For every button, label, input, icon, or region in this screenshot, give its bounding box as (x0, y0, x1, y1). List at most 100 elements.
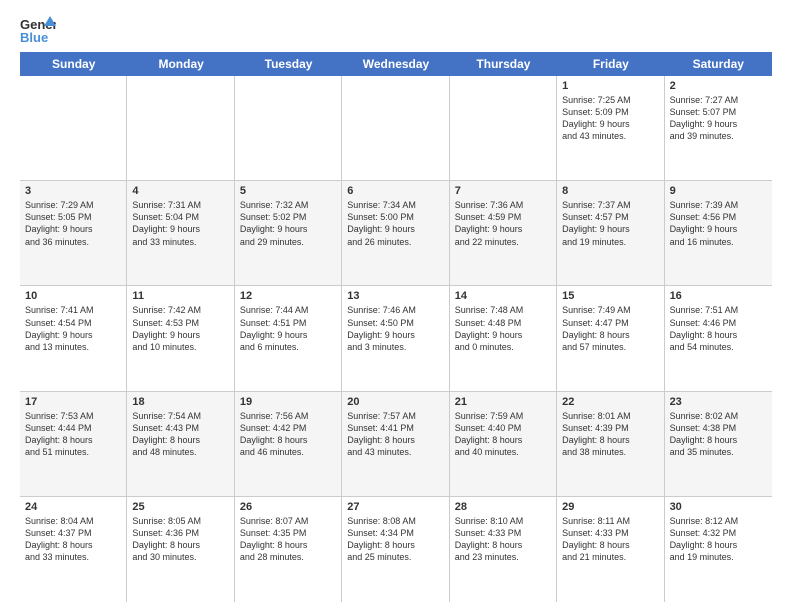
calendar-day: 10 Sunrise: 7:41 AM Sunset: 4:54 PM Dayli… (20, 286, 127, 390)
day-info: Sunrise: 7:41 AM Sunset: 4:54 PM Dayligh… (25, 304, 121, 353)
day-info: Sunrise: 7:56 AM Sunset: 4:42 PM Dayligh… (240, 410, 336, 459)
calendar-empty (235, 76, 342, 180)
weekday-header: Sunday (20, 52, 127, 76)
day-info: Sunrise: 7:27 AM Sunset: 5:07 PM Dayligh… (670, 94, 767, 143)
weekday-header: Friday (557, 52, 664, 76)
calendar-day: 16 Sunrise: 7:51 AM Sunset: 4:46 PM Dayli… (665, 286, 772, 390)
calendar-day: 28 Sunrise: 8:10 AM Sunset: 4:33 PM Dayli… (450, 497, 557, 602)
calendar-day: 22 Sunrise: 8:01 AM Sunset: 4:39 PM Dayli… (557, 392, 664, 496)
day-info: Sunrise: 8:01 AM Sunset: 4:39 PM Dayligh… (562, 410, 658, 459)
page: General Blue SundayMondayTuesdayWednesda… (0, 0, 792, 612)
day-number: 1 (562, 80, 658, 92)
day-number: 16 (670, 290, 767, 302)
weekday-header: Wednesday (342, 52, 449, 76)
day-info: Sunrise: 7:37 AM Sunset: 4:57 PM Dayligh… (562, 199, 658, 248)
day-info: Sunrise: 7:42 AM Sunset: 4:53 PM Dayligh… (132, 304, 228, 353)
day-number: 27 (347, 501, 443, 513)
calendar-day: 26 Sunrise: 8:07 AM Sunset: 4:35 PM Dayli… (235, 497, 342, 602)
calendar-week: 3 Sunrise: 7:29 AM Sunset: 5:05 PM Daylig… (20, 181, 772, 286)
calendar-day: 15 Sunrise: 7:49 AM Sunset: 4:47 PM Dayli… (557, 286, 664, 390)
calendar-day: 17Sunrise: 7:53 AM Sunset: 4:44 PM Dayli… (20, 392, 127, 496)
day-info: Sunrise: 7:25 AM Sunset: 5:09 PM Dayligh… (562, 94, 658, 143)
calendar-day: 14Sunrise: 7:48 AM Sunset: 4:48 PM Dayli… (450, 286, 557, 390)
day-info: Sunrise: 8:08 AM Sunset: 4:34 PM Dayligh… (347, 515, 443, 564)
day-number: 12 (240, 290, 336, 302)
calendar-day: 6Sunrise: 7:34 AM Sunset: 5:00 PM Daylig… (342, 181, 449, 285)
day-number: 29 (562, 501, 658, 513)
calendar-empty (127, 76, 234, 180)
day-info: Sunrise: 8:02 AM Sunset: 4:38 PM Dayligh… (670, 410, 767, 459)
calendar-day: 8Sunrise: 7:37 AM Sunset: 4:57 PM Daylig… (557, 181, 664, 285)
day-info: Sunrise: 8:10 AM Sunset: 4:33 PM Dayligh… (455, 515, 551, 564)
weekday-header: Tuesday (235, 52, 342, 76)
day-info: Sunrise: 7:29 AM Sunset: 5:05 PM Dayligh… (25, 199, 121, 248)
day-number: 2 (670, 80, 767, 92)
calendar-empty (20, 76, 127, 180)
calendar-day: 25Sunrise: 8:05 AM Sunset: 4:36 PM Dayli… (127, 497, 234, 602)
day-info: Sunrise: 7:44 AM Sunset: 4:51 PM Dayligh… (240, 304, 336, 353)
day-number: 11 (132, 290, 228, 302)
day-number: 17 (25, 396, 121, 408)
calendar-day: 21Sunrise: 7:59 AM Sunset: 4:40 PM Dayli… (450, 392, 557, 496)
weekday-header: Thursday (450, 52, 557, 76)
day-info: Sunrise: 8:07 AM Sunset: 4:35 PM Dayligh… (240, 515, 336, 564)
day-number: 18 (132, 396, 228, 408)
day-number: 20 (347, 396, 443, 408)
calendar-day: 3 Sunrise: 7:29 AM Sunset: 5:05 PM Daylig… (20, 181, 127, 285)
logo-svg: General Blue (20, 16, 56, 44)
header: General Blue (20, 16, 772, 44)
calendar-day: 13 Sunrise: 7:46 AM Sunset: 4:50 PM Dayli… (342, 286, 449, 390)
day-number: 15 (562, 290, 658, 302)
day-info: Sunrise: 7:57 AM Sunset: 4:41 PM Dayligh… (347, 410, 443, 459)
day-info: Sunrise: 7:36 AM Sunset: 4:59 PM Dayligh… (455, 199, 551, 248)
calendar-day: 2 Sunrise: 7:27 AM Sunset: 5:07 PM Daylig… (665, 76, 772, 180)
calendar-week: 10 Sunrise: 7:41 AM Sunset: 4:54 PM Dayli… (20, 286, 772, 391)
day-number: 13 (347, 290, 443, 302)
day-number: 3 (25, 185, 121, 197)
day-number: 6 (347, 185, 443, 197)
day-info: Sunrise: 7:39 AM Sunset: 4:56 PM Dayligh… (670, 199, 767, 248)
day-info: Sunrise: 8:04 AM Sunset: 4:37 PM Dayligh… (25, 515, 121, 564)
calendar-day: 4 Sunrise: 7:31 AM Sunset: 5:04 PM Daylig… (127, 181, 234, 285)
day-number: 10 (25, 290, 121, 302)
day-info: Sunrise: 7:46 AM Sunset: 4:50 PM Dayligh… (347, 304, 443, 353)
day-number: 5 (240, 185, 336, 197)
day-number: 4 (132, 185, 228, 197)
calendar-day: 30 Sunrise: 8:12 AM Sunset: 4:32 PM Dayli… (665, 497, 772, 602)
day-number: 26 (240, 501, 336, 513)
day-info: Sunrise: 7:32 AM Sunset: 5:02 PM Dayligh… (240, 199, 336, 248)
day-info: Sunrise: 8:05 AM Sunset: 4:36 PM Dayligh… (132, 515, 228, 564)
day-info: Sunrise: 7:54 AM Sunset: 4:43 PM Dayligh… (132, 410, 228, 459)
day-info: Sunrise: 7:48 AM Sunset: 4:48 PM Dayligh… (455, 304, 551, 353)
calendar-day: 29 Sunrise: 8:11 AM Sunset: 4:33 PM Dayli… (557, 497, 664, 602)
day-info: Sunrise: 7:51 AM Sunset: 4:46 PM Dayligh… (670, 304, 767, 353)
calendar-day: 7 Sunrise: 7:36 AM Sunset: 4:59 PM Daylig… (450, 181, 557, 285)
calendar-day: 23Sunrise: 8:02 AM Sunset: 4:38 PM Dayli… (665, 392, 772, 496)
day-number: 7 (455, 185, 551, 197)
day-number: 24 (25, 501, 121, 513)
calendar-header: SundayMondayTuesdayWednesdayThursdayFrid… (20, 52, 772, 76)
svg-text:Blue: Blue (20, 30, 48, 44)
calendar-day: 19 Sunrise: 7:56 AM Sunset: 4:42 PM Dayli… (235, 392, 342, 496)
day-info: Sunrise: 8:11 AM Sunset: 4:33 PM Dayligh… (562, 515, 658, 564)
day-info: Sunrise: 7:31 AM Sunset: 5:04 PM Dayligh… (132, 199, 228, 248)
day-number: 22 (562, 396, 658, 408)
calendar-day: 9 Sunrise: 7:39 AM Sunset: 4:56 PM Daylig… (665, 181, 772, 285)
day-info: Sunrise: 8:12 AM Sunset: 4:32 PM Dayligh… (670, 515, 767, 564)
calendar-day: 18 Sunrise: 7:54 AM Sunset: 4:43 PM Dayli… (127, 392, 234, 496)
day-number: 19 (240, 396, 336, 408)
day-number: 30 (670, 501, 767, 513)
day-info: Sunrise: 7:49 AM Sunset: 4:47 PM Dayligh… (562, 304, 658, 353)
day-number: 21 (455, 396, 551, 408)
calendar-empty (342, 76, 449, 180)
calendar-week: 17Sunrise: 7:53 AM Sunset: 4:44 PM Dayli… (20, 392, 772, 497)
calendar-day: 5 Sunrise: 7:32 AM Sunset: 5:02 PM Daylig… (235, 181, 342, 285)
calendar-day: 12 Sunrise: 7:44 AM Sunset: 4:51 PM Dayli… (235, 286, 342, 390)
day-number: 28 (455, 501, 551, 513)
calendar-day: 20 Sunrise: 7:57 AM Sunset: 4:41 PM Dayli… (342, 392, 449, 496)
calendar-day: 11 Sunrise: 7:42 AM Sunset: 4:53 PM Dayli… (127, 286, 234, 390)
day-number: 9 (670, 185, 767, 197)
weekday-header: Saturday (665, 52, 772, 76)
calendar-body: 1 Sunrise: 7:25 AM Sunset: 5:09 PM Daylig… (20, 76, 772, 602)
calendar: SundayMondayTuesdayWednesdayThursdayFrid… (20, 52, 772, 602)
